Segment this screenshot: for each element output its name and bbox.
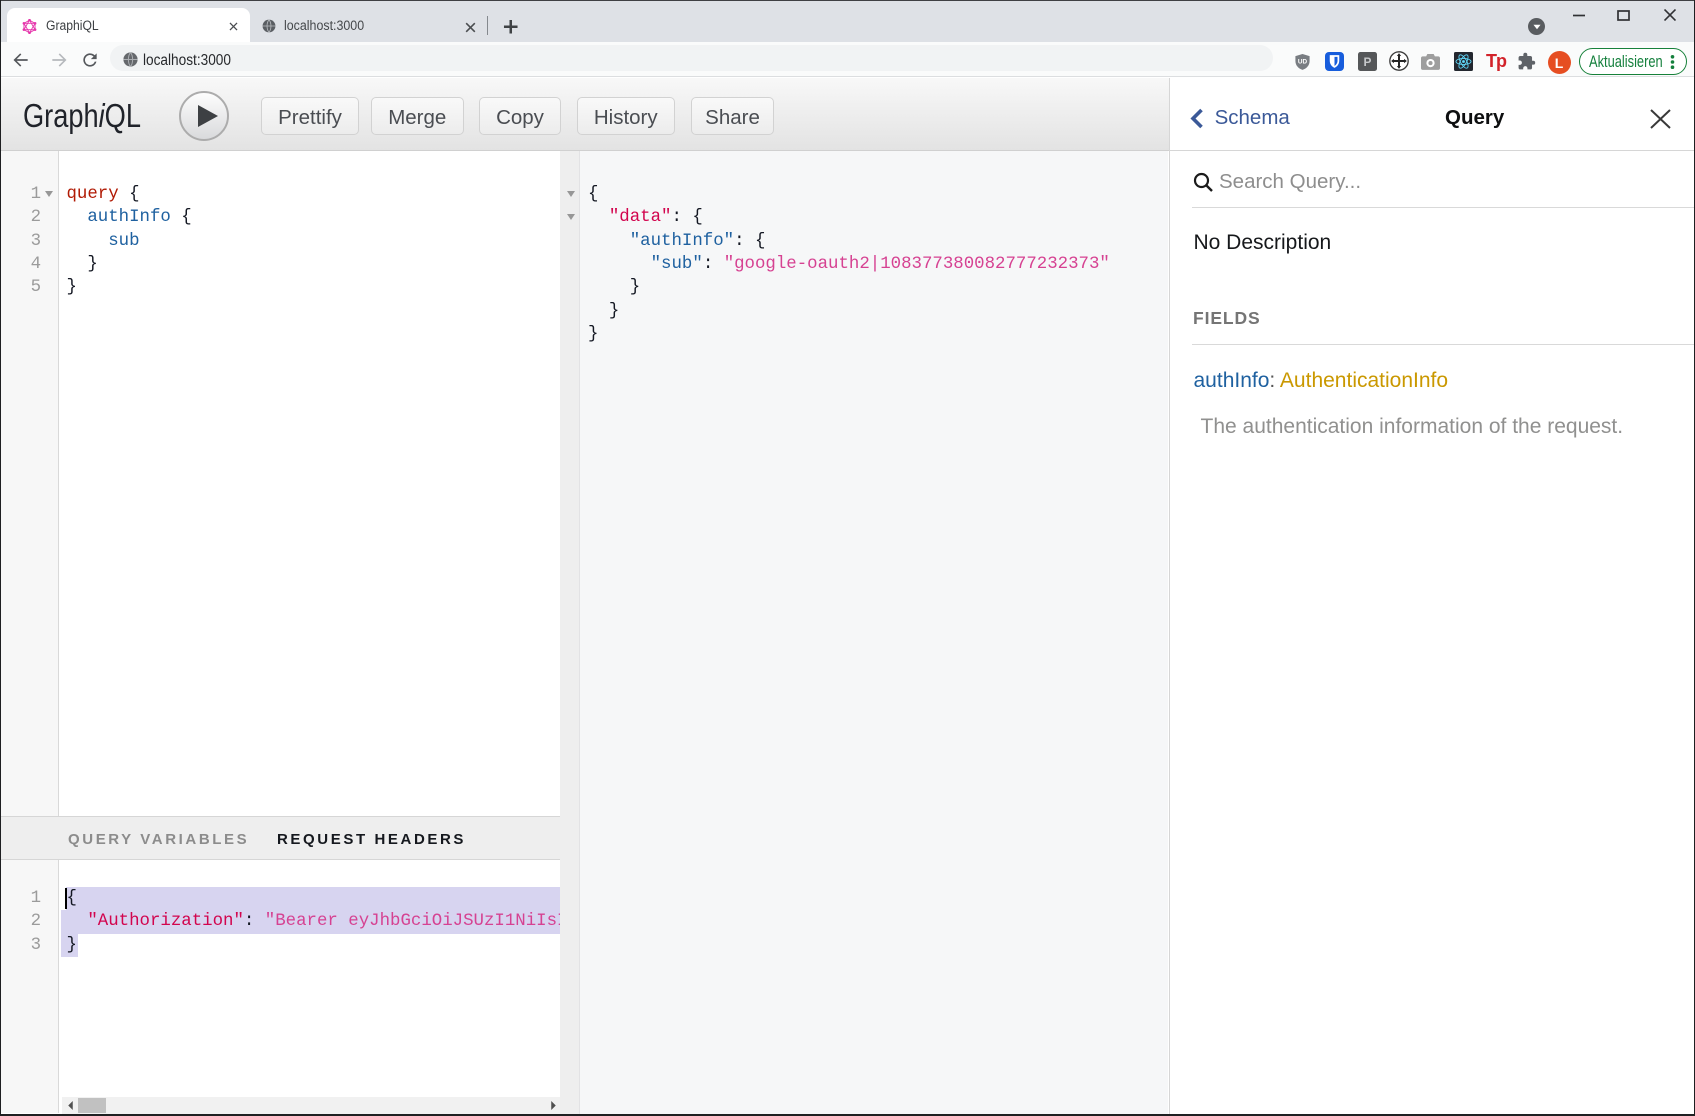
svg-text:P: P	[1363, 54, 1371, 68]
svg-text:UD: UD	[1297, 58, 1307, 65]
